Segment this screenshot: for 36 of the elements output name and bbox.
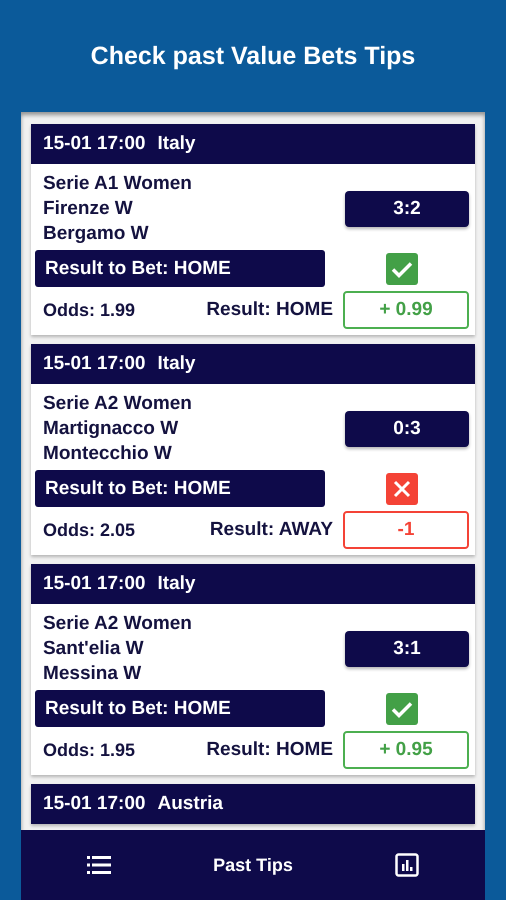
away-team: Bergamo W — [43, 222, 150, 246]
profit-badge: -1 — [343, 511, 469, 549]
chart-icon[interactable] — [394, 853, 419, 877]
profit-badge: + 0.99 — [343, 291, 469, 329]
home-team: Martignacco W — [43, 417, 180, 441]
bet-label: Result to Bet: HOME — [35, 470, 325, 507]
country-label: Italy — [157, 133, 196, 155]
match-datetime: 15-01 17:00 — [43, 793, 146, 815]
match-datetime: 15-01 17:00 — [43, 353, 146, 375]
match-datetime: 15-01 17:00 — [43, 573, 146, 595]
menu-icon[interactable] — [87, 856, 111, 874]
bet-label: Result to Bet: HOME — [35, 690, 325, 727]
score-badge: 0:3 — [345, 410, 469, 446]
result-text: Result: HOME — [205, 739, 334, 761]
country-label: Italy — [157, 573, 196, 595]
nav-title: Past Tips — [213, 854, 293, 876]
odds-text: Odds: 2.05 — [42, 520, 136, 540]
score-badge: 3:1 — [345, 630, 469, 666]
odds-text: Odds: 1.99 — [42, 300, 136, 320]
bet-label: Result to Bet: HOME — [35, 250, 325, 287]
result-text: Result: AWAY — [208, 519, 334, 541]
page-title: Check past Value Bets Tips — [90, 41, 416, 72]
league-name: Serie A2 Women — [43, 612, 193, 636]
country-label: Italy — [157, 353, 196, 375]
away-team: Messina W — [43, 662, 142, 686]
odds-text: Odds: 1.95 — [42, 740, 136, 760]
match-datetime: 15-01 17:00 — [43, 133, 146, 155]
result-text: Result: HOME — [205, 299, 334, 321]
score-badge: 3:2 — [345, 190, 469, 226]
country-label: Austria — [157, 793, 223, 815]
home-team: Sant'elia W — [43, 637, 145, 661]
home-team: Firenze W — [43, 197, 134, 221]
league-name: Serie A1 Women — [43, 172, 193, 196]
away-team: Montecchio W — [43, 442, 173, 466]
profit-badge: + 0.95 — [343, 731, 469, 769]
league-name: Serie A2 Women — [43, 392, 193, 416]
